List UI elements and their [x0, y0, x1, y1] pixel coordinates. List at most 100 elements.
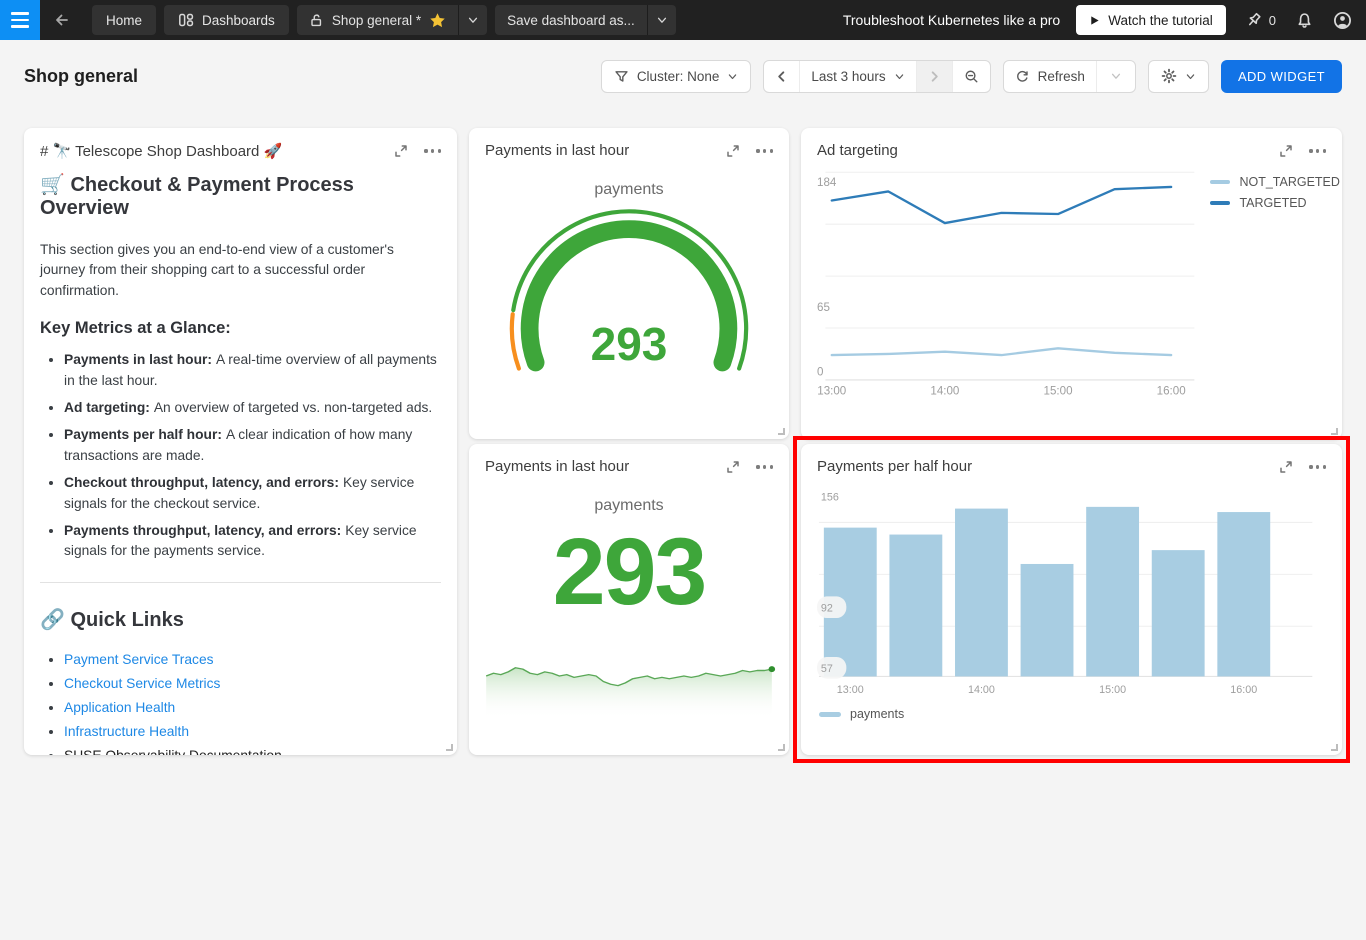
dashboard-tab-dropdown[interactable]	[458, 5, 487, 35]
list-item: Payments throughput, latency, and errors…	[64, 521, 441, 562]
payments-value: 293	[485, 525, 773, 620]
resize-handle[interactable]	[446, 744, 453, 751]
zoom-out-icon	[964, 69, 979, 84]
save-dashboard-button[interactable]: Save dashboard as...	[495, 5, 647, 35]
dashboard-grid: # 🔭 Telescope Shop Dashboard 🚀 🛒 Checkou…	[24, 128, 1342, 755]
notifications-button[interactable]	[1296, 12, 1313, 29]
svg-text:13:00: 13:00	[837, 684, 864, 696]
cluster-filter-button[interactable]: Cluster: None	[601, 60, 752, 93]
expand-icon[interactable]	[1279, 460, 1293, 474]
link-payment-service-traces[interactable]: Payment Service Traces	[64, 652, 214, 667]
svg-text:16:00: 16:00	[1230, 684, 1257, 696]
expand-icon[interactable]	[394, 144, 408, 158]
time-range-button[interactable]: Last 3 hours	[799, 61, 915, 92]
widget-menu-icon[interactable]	[756, 462, 773, 471]
list-item: Checkout Service Metrics	[64, 676, 441, 691]
markdown-heading: 🛒 Checkout & Payment Process Overview	[40, 172, 441, 220]
line-chart[interactable]: 18465013:0014:0015:0016:00	[817, 167, 1196, 401]
time-range-label: Last 3 hours	[811, 69, 885, 84]
time-range-group: Last 3 hours	[763, 60, 990, 93]
gauge-chart: 293	[493, 205, 765, 390]
link-application-health[interactable]: Application Health	[64, 700, 175, 715]
avatar-icon	[1333, 11, 1352, 30]
resize-handle[interactable]	[1331, 744, 1338, 751]
sparkline-chart	[484, 661, 774, 719]
dashboard-tab[interactable]: Shop general *	[297, 5, 458, 35]
payments-number-widget: Payments in last hour payments 293	[469, 444, 789, 755]
legend-item[interactable]: TARGETED	[1210, 196, 1339, 210]
refresh-button[interactable]: Refresh	[1004, 61, 1096, 92]
quick-links-list: Payment Service Traces Checkout Service …	[40, 652, 441, 755]
expand-icon[interactable]	[1279, 144, 1293, 158]
legend-item[interactable]: NOT_TARGETED	[1210, 175, 1339, 189]
nav-home-button[interactable]: Home	[92, 5, 156, 35]
hamburger-menu-button[interactable]	[0, 0, 40, 40]
metric-term: Checkout throughput, latency, and errors…	[64, 475, 339, 490]
expand-icon[interactable]	[726, 144, 740, 158]
metrics-list: Payments in last hour:A real-time overvi…	[40, 350, 441, 562]
bell-icon	[1296, 12, 1313, 29]
highlighted-cell: Payments per half hour 156925713:0014:00…	[801, 444, 1342, 755]
resize-handle[interactable]	[778, 428, 785, 435]
add-widget-button[interactable]: ADD WIDGET	[1221, 60, 1342, 93]
series-label: payments	[485, 181, 773, 199]
nav-dashboards-button[interactable]: Dashboards	[164, 5, 289, 35]
legend-label: NOT_TARGETED	[1239, 175, 1339, 189]
favorite-star-icon[interactable]	[429, 12, 446, 29]
widget-title: Ad targeting	[817, 142, 1279, 159]
resize-handle[interactable]	[778, 744, 785, 751]
page-title: Shop general	[24, 66, 138, 87]
list-item: SUSE Observability Documentation	[64, 748, 441, 755]
metric-term: Payments throughput, latency, and errors…	[64, 523, 341, 538]
chevron-down-icon	[1185, 71, 1196, 82]
dashboard-tab-label: Shop general *	[332, 13, 421, 28]
svg-text:13:00: 13:00	[817, 386, 846, 398]
save-dashboard-label: Save dashboard as...	[507, 13, 635, 28]
widget-menu-icon[interactable]	[756, 146, 773, 155]
pin-count-badge: 0	[1269, 13, 1276, 28]
dashboards-label: Dashboards	[202, 13, 275, 28]
metrics-heading: Key Metrics at a Glance:	[40, 319, 441, 338]
chevron-down-icon	[656, 14, 668, 26]
chevron-left-icon	[775, 70, 788, 83]
svg-text:16:00: 16:00	[1157, 386, 1186, 398]
dashboard-settings-button[interactable]	[1148, 60, 1209, 93]
refresh-group: Refresh	[1003, 60, 1136, 93]
svg-text:15:00: 15:00	[1044, 386, 1073, 398]
link-checkout-service-metrics[interactable]: Checkout Service Metrics	[64, 676, 220, 691]
refresh-interval-dropdown[interactable]	[1096, 61, 1135, 92]
legend-swatch	[1210, 201, 1230, 206]
chart-legend[interactable]: payments	[819, 707, 1326, 721]
expand-icon[interactable]	[726, 460, 740, 474]
metric-term: Payments per half hour:	[64, 427, 222, 442]
metric-term: Payments in last hour:	[64, 352, 212, 367]
metric-term: Ad targeting:	[64, 400, 150, 415]
markdown-intro: This section gives you an end-to-end vie…	[40, 240, 441, 301]
time-forward-button[interactable]	[916, 61, 952, 92]
resize-handle[interactable]	[1331, 428, 1338, 435]
promo-text: Troubleshoot Kubernetes like a pro	[843, 12, 1060, 28]
legend-label: payments	[850, 707, 904, 721]
zoom-out-time-button[interactable]	[952, 61, 990, 92]
user-menu-button[interactable]	[1333, 11, 1352, 30]
save-dashboard-dropdown[interactable]	[647, 5, 676, 35]
gear-icon	[1161, 68, 1177, 84]
watch-tutorial-button[interactable]: Watch the tutorial	[1076, 5, 1226, 35]
link-infrastructure-health[interactable]: Infrastructure Health	[64, 724, 189, 739]
time-back-button[interactable]	[764, 61, 799, 92]
pinned-items-button[interactable]: 0	[1246, 12, 1276, 29]
quick-links-heading: 🔗 Quick Links	[40, 607, 441, 632]
payments-per-half-hour-widget: Payments per half hour 156925713:0014:00…	[801, 444, 1342, 755]
link-suse-observability-documentation[interactable]: SUSE Observability Documentation	[64, 748, 282, 755]
chart-legend: NOT_TARGETED TARGETED	[1196, 167, 1339, 401]
svg-text:0: 0	[817, 367, 823, 379]
widget-menu-icon[interactable]	[424, 146, 441, 155]
lock-open-icon	[309, 13, 324, 28]
bar-chart[interactable]: 156925713:0014:0015:0016:00	[817, 479, 1326, 697]
widget-menu-icon[interactable]	[1309, 462, 1326, 471]
svg-text:92: 92	[821, 602, 833, 614]
back-button[interactable]	[40, 12, 84, 28]
chevron-down-icon	[467, 14, 479, 26]
chevron-down-icon	[1110, 70, 1122, 82]
widget-menu-icon[interactable]	[1309, 146, 1326, 155]
